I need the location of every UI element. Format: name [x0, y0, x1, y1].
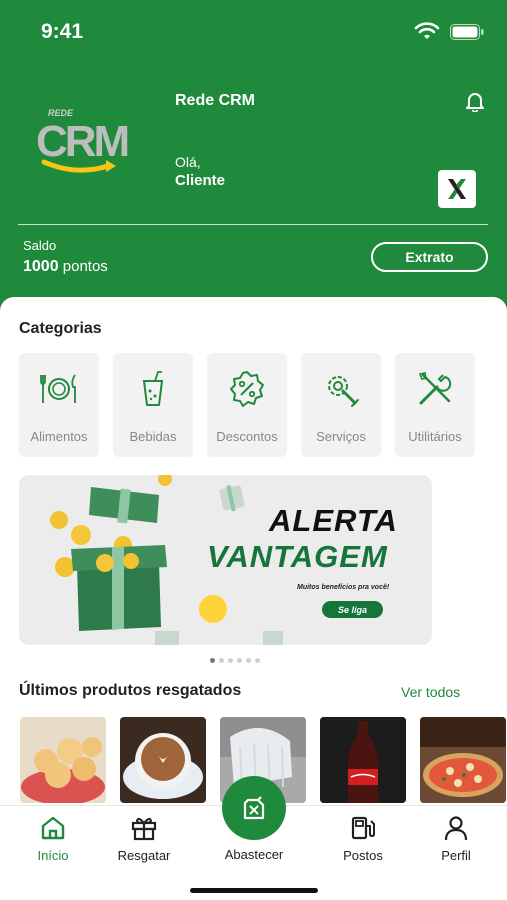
refrigerante-image — [320, 717, 406, 803]
product-thumb-cafe[interactable] — [120, 717, 206, 803]
home-indicator[interactable] — [190, 888, 318, 893]
discount-badge-icon — [230, 371, 264, 407]
gear-wrench-icon — [328, 376, 359, 407]
status-bar: 9:41 — [0, 0, 507, 60]
category-label: Alimentos — [30, 429, 88, 444]
app-screen: 9:41 REDE CRM Rede CRM Olá, Cliente Sald… — [0, 0, 507, 900]
bottom-nav: Início Resgatar Abastecer Postos Perfil — [0, 776, 507, 900]
partner-badge[interactable] — [438, 170, 476, 208]
abastecer-button[interactable] — [222, 776, 286, 840]
nav-label: Resgatar — [117, 848, 171, 863]
gift-icon — [131, 817, 157, 841]
recent-products-title: Últimos produtos resgatados — [19, 682, 242, 699]
category-descontos[interactable]: Descontos — [207, 353, 287, 457]
nav-inicio[interactable]: Início — [3, 806, 103, 876]
fuel-can-icon — [243, 796, 265, 820]
nav-postos[interactable]: Postos — [313, 806, 413, 876]
carousel-dot[interactable] — [210, 658, 215, 663]
rede-crm-logo: REDE CRM — [36, 108, 131, 173]
product-thumb-pao-de-queijo[interactable] — [20, 717, 106, 803]
see-all-link[interactable]: Ver todos — [401, 684, 460, 700]
client-name: Cliente — [175, 172, 226, 189]
battery-icon — [450, 24, 484, 40]
category-servicos[interactable]: Serviços — [301, 353, 381, 457]
home-icon — [41, 816, 65, 840]
banner-cta-button[interactable]: Se liga — [322, 601, 383, 618]
partner-x-icon — [448, 179, 466, 199]
category-bebidas[interactable]: Bebidas — [113, 353, 193, 457]
nav-resgatar[interactable]: Resgatar — [94, 806, 194, 876]
plate-cutlery-icon — [40, 374, 76, 403]
categories-title: Categorias — [19, 320, 102, 337]
abastecer-label: Abastecer — [224, 847, 284, 862]
category-label: Descontos — [216, 429, 278, 444]
pao-de-queijo-image — [20, 717, 106, 803]
bell-icon[interactable] — [464, 90, 486, 112]
balance-value: 1000 pontos — [23, 258, 108, 276]
main-content: Categorias Alimentos Bebidas Descontos S… — [0, 297, 507, 807]
header-divider — [18, 224, 488, 225]
logo-big-text: CRM — [36, 117, 128, 166]
wifi-icon — [414, 22, 440, 39]
product-thumb-pizza[interactable] — [420, 717, 506, 803]
drink-cup-icon — [143, 371, 163, 406]
category-label: Serviços — [316, 429, 366, 444]
carousel-dots — [210, 658, 260, 664]
carousel-dot[interactable] — [219, 658, 224, 663]
carousel-dot[interactable] — [246, 658, 251, 663]
promo-banner[interactable]: ALERTA VANTAGEM Muitos benefícios pra vo… — [19, 475, 432, 645]
carousel-dot[interactable] — [228, 658, 233, 663]
carousel-dot[interactable] — [255, 658, 260, 663]
nav-label: Início — [37, 848, 69, 863]
nav-label: Perfil — [441, 848, 471, 863]
extrato-button[interactable]: Extrato — [371, 242, 488, 272]
gas-station-icon — [351, 816, 375, 840]
pizza-image — [420, 717, 506, 803]
greeting: Olá, — [175, 154, 201, 170]
user-icon — [444, 816, 468, 841]
category-label: Utilitários — [408, 429, 462, 444]
carousel-dot[interactable] — [237, 658, 242, 663]
status-time: 9:41 — [41, 20, 84, 43]
category-label: Bebidas — [129, 429, 177, 444]
balance-points: 1000 — [23, 258, 59, 275]
categories-row: Alimentos Bebidas Descontos Serviços Uti… — [19, 353, 507, 457]
category-utilitarios[interactable]: Utilitários — [395, 353, 475, 457]
nav-label: Postos — [343, 848, 383, 863]
cafe-image — [120, 717, 206, 803]
category-alimentos[interactable]: Alimentos — [19, 353, 99, 457]
balance-label: Saldo — [23, 238, 57, 253]
header: 9:41 REDE CRM Rede CRM Olá, Cliente Sald… — [0, 0, 507, 320]
banner-title-line1: ALERTA — [269, 503, 398, 538]
product-thumb-refrigerante[interactable] — [320, 717, 406, 803]
nav-perfil[interactable]: Perfil — [406, 806, 506, 876]
tools-icon — [418, 372, 452, 405]
balance-unit: pontos — [62, 258, 108, 275]
banner-title-line2: VANTAGEM — [207, 539, 388, 574]
app-name: Rede CRM — [175, 92, 256, 109]
banner-subtitle: Muitos benefícios pra você! — [297, 584, 390, 591]
